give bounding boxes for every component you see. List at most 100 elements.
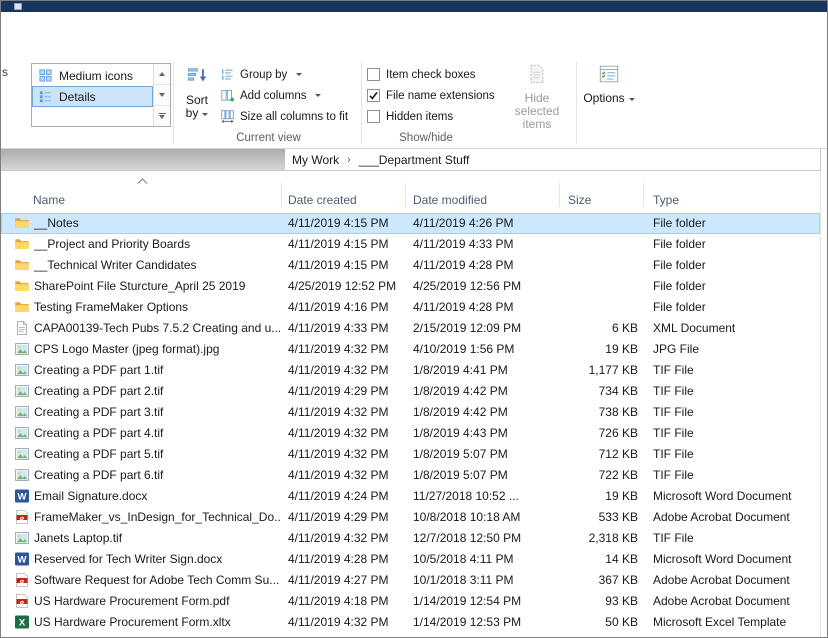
medium-icons-icon [38, 68, 53, 83]
group-separator [576, 62, 577, 144]
hide-selected-items-button[interactable]: Hide selected items [503, 63, 571, 131]
file-type: Adobe Acrobat Document [653, 594, 790, 608]
file-row[interactable]: FrameMaker_vs_InDesign_for_Technical_Do.… [1, 507, 820, 528]
file-type: XML Document [653, 321, 736, 335]
file-type: Adobe Acrobat Document [653, 510, 790, 524]
file-date-created: 4/11/2019 4:32 PM [288, 405, 389, 419]
file-date-modified: 10/8/2018 10:18 AM [413, 510, 521, 524]
file-row[interactable]: US Hardware Procurement Form.pdf 4/11/20… [1, 591, 820, 612]
gallery-scrollbar [153, 64, 170, 126]
hidden-items-checkbox[interactable]: Hidden items [367, 106, 495, 127]
folder-file-icon [14, 278, 30, 294]
group-by-icon [220, 67, 235, 82]
column-divider[interactable] [281, 183, 282, 207]
file-name: Creating a PDF part 4.tif [34, 426, 164, 440]
file-date-created: 4/11/2019 4:27 PM [288, 573, 389, 587]
column-header-name[interactable]: Name [33, 193, 65, 207]
breadcrumb-my-work[interactable]: My Work [292, 153, 339, 167]
column-header-date-modified[interactable]: Date modified [413, 193, 487, 207]
options-button[interactable]: Options [580, 63, 638, 105]
file-row[interactable]: X US Hardware Procurement Form.xltx 4/11… [1, 612, 820, 633]
file-row[interactable]: CPS Logo Master (jpeg format).jpg 4/11/2… [1, 339, 820, 360]
group-by-button[interactable]: Group by [220, 64, 348, 85]
image-file-icon [14, 530, 30, 546]
image-file-icon [14, 425, 30, 441]
address-bar[interactable]: My Work › ___Department Stuff [1, 149, 821, 171]
file-name: __Technical Writer Candidates [34, 258, 197, 272]
up-arrow-icon [159, 72, 165, 76]
file-row[interactable]: Software Request for Adobe Tech Comm Su.… [1, 570, 820, 591]
file-size: 367 KB [598, 573, 638, 587]
file-row[interactable]: __Project and Priority Boards 4/11/2019 … [1, 234, 820, 255]
size-all-columns-button[interactable]: Size all columns to fit [220, 106, 348, 127]
file-date-created: 4/11/2019 4:29 PM [288, 510, 389, 524]
file-name: Testing FrameMaker Options [34, 300, 189, 314]
file-date-created: 4/11/2019 4:16 PM [288, 300, 389, 314]
file-row[interactable]: SharePoint File Sturcture_April 25 2019 … [1, 276, 820, 297]
file-name: Creating a PDF part 5.tif [34, 447, 164, 461]
file-size: 1,177 KB [588, 363, 638, 377]
file-row[interactable]: Creating a PDF part 2.tif 4/11/2019 4:29… [1, 381, 820, 402]
file-size: 712 KB [598, 447, 638, 461]
file-type: TIF File [653, 531, 694, 545]
file-date-created: 4/11/2019 4:33 PM [288, 321, 389, 335]
file-row[interactable]: __Notes 4/11/2019 4:15 PM 4/11/2019 4:26… [1, 213, 820, 234]
column-divider[interactable] [405, 183, 406, 207]
dropdown-arrow-icon [628, 98, 635, 101]
file-row[interactable]: Creating a PDF part 1.tif 4/11/2019 4:32… [1, 360, 820, 381]
file-name: Creating a PDF part 1.tif [34, 363, 164, 377]
file-date-modified: 4/10/2019 1:56 PM [413, 342, 515, 356]
column-header-size[interactable]: Size [568, 193, 591, 207]
file-date-created: 4/11/2019 4:32 PM [288, 447, 389, 461]
dropdown-arrow-icon [202, 113, 209, 116]
add-columns-button[interactable]: Add columns [220, 85, 348, 106]
file-name: Creating a PDF part 3.tif [34, 405, 164, 419]
file-row[interactable]: Creating a PDF part 3.tif 4/11/2019 4:32… [1, 402, 820, 423]
layout-medium-icons[interactable]: Medium icons [32, 65, 153, 86]
file-row[interactable]: Creating a PDF part 6.tif 4/11/2019 4:32… [1, 465, 820, 486]
column-divider[interactable] [643, 183, 644, 207]
file-row[interactable]: Creating a PDF part 5.tif 4/11/2019 4:32… [1, 444, 820, 465]
layout-details[interactable]: Details [32, 86, 153, 107]
sort-by-icon [186, 65, 208, 87]
file-row[interactable]: CAPA00139-Tech Pubs 7.5.2 Creating and u… [1, 318, 820, 339]
file-row[interactable]: __Technical Writer Candidates 4/11/2019 … [1, 255, 820, 276]
file-date-created: 4/11/2019 4:32 PM [288, 615, 389, 629]
sort-by-button[interactable]: Sort by [176, 65, 218, 120]
file-row[interactable]: W Reserved for Tech Writer Sign.docx 4/1… [1, 549, 820, 570]
word-file-icon: W [14, 551, 30, 567]
gallery-more-button[interactable] [154, 106, 170, 126]
gallery-scroll-up-button[interactable] [154, 64, 170, 85]
details-view-icon [38, 89, 53, 104]
folder-file-icon [14, 236, 30, 252]
file-row[interactable]: Creating a PDF part 4.tif 4/11/2019 4:32… [1, 423, 820, 444]
file-row[interactable]: W Email Signature.docx 4/11/2019 4:24 PM… [1, 486, 820, 507]
item-check-boxes-checkbox[interactable]: Item check boxes [367, 64, 495, 85]
file-date-created: 4/11/2019 4:32 PM [288, 468, 389, 482]
file-size: 722 KB [598, 468, 638, 482]
more-icon [158, 113, 166, 119]
file-date-created: 4/11/2019 4:15 PM [288, 258, 389, 272]
show-hide-checkboxes: Item check boxes File name extensions Hi… [367, 64, 495, 127]
file-row[interactable]: Testing FrameMaker Options 4/11/2019 4:1… [1, 297, 820, 318]
size-all-columns-label: Size all columns to fit [240, 110, 349, 123]
file-type: TIF File [653, 363, 694, 377]
column-header-date-created[interactable]: Date created [288, 193, 357, 207]
file-name: __Notes [34, 216, 79, 230]
view-ribbon: s Medium icons Details Sort by Group by … [1, 12, 827, 149]
file-name-extensions-checkbox[interactable]: File name extensions [367, 85, 495, 106]
file-date-modified: 1/8/2019 4:43 PM [413, 426, 508, 440]
file-type: Adobe Acrobat Document [653, 573, 790, 587]
file-date-created: 4/11/2019 4:15 PM [288, 237, 389, 251]
gallery-scroll-down-button[interactable] [154, 85, 170, 106]
current-view-menu: Group by Add columns Size all columns to… [220, 64, 348, 127]
file-row[interactable]: Janets Laptop.tif 4/11/2019 4:32 PM 12/7… [1, 528, 820, 549]
file-date-modified: 4/11/2019 4:28 PM [413, 258, 514, 272]
checkbox-icon [367, 110, 380, 123]
file-date-created: 4/11/2019 4:32 PM [288, 342, 389, 356]
pdf-file-icon [14, 593, 30, 609]
column-header-type[interactable]: Type [653, 193, 679, 207]
breadcrumb-department-stuff[interactable]: ___Department Stuff [359, 153, 470, 167]
column-divider[interactable] [559, 183, 560, 207]
show-hide-group-label: Show/hide [399, 132, 453, 144]
